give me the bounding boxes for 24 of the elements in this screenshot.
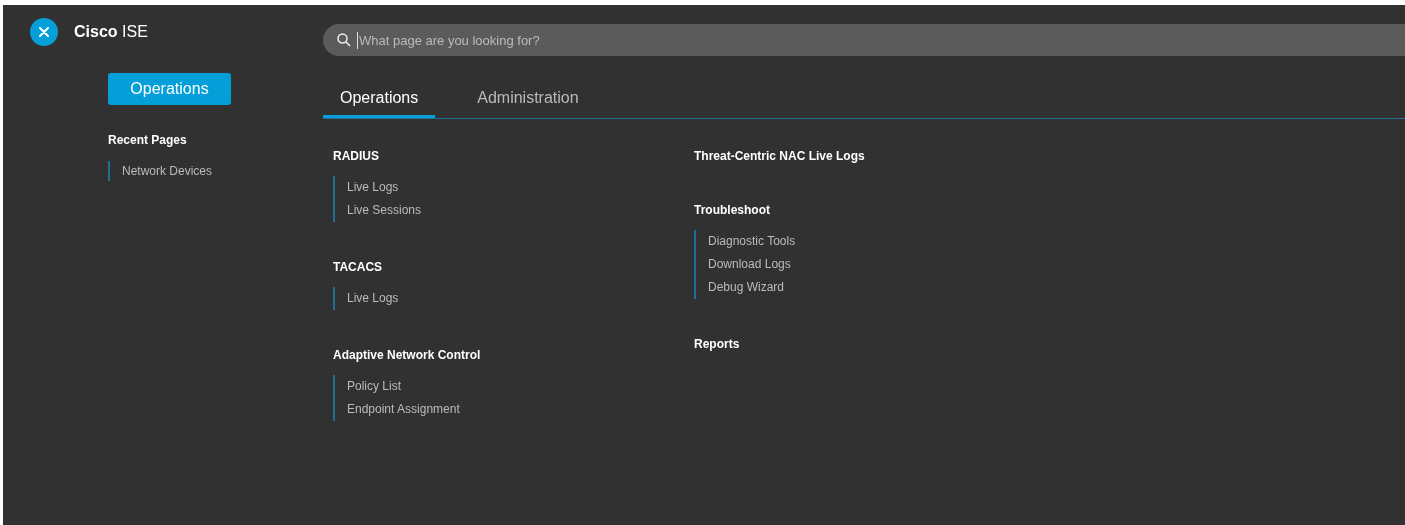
section-heading[interactable]: Threat-Centric NAC Live Logs <box>694 147 1405 165</box>
section-heading[interactable]: RADIUS <box>333 147 694 165</box>
recent-page-link[interactable]: Network Devices <box>122 161 323 181</box>
menu-link[interactable]: Download Logs <box>708 253 1405 276</box>
section-heading[interactable]: Adaptive Network Control <box>333 346 694 364</box>
recent-pages-heading: Recent Pages <box>108 133 188 147</box>
menu-link[interactable]: Policy List <box>347 375 694 398</box>
menu-link[interactable]: Live Logs <box>347 176 694 199</box>
close-button[interactable] <box>30 18 58 46</box>
app-title: Cisco ISE <box>74 23 148 41</box>
search-field[interactable]: What page are you looking for? <box>357 31 1405 49</box>
menu-link[interactable]: Endpoint Assignment <box>347 398 694 421</box>
section-heading[interactable]: TACACS <box>333 258 694 276</box>
menu-link[interactable]: Live Sessions <box>347 199 694 222</box>
section-heading[interactable]: Troubleshoot <box>694 201 1405 219</box>
menu-link[interactable]: Live Logs <box>347 287 694 310</box>
menu-link[interactable]: Diagnostic Tools <box>708 230 1405 253</box>
menu-link[interactable]: Debug Wizard <box>708 276 1405 299</box>
tab[interactable]: Operations <box>323 80 436 118</box>
search-icon <box>337 33 351 47</box>
search-field[interactable]: What page are you looking for? <box>323 24 1405 56</box>
section-heading[interactable]: Reports <box>694 335 1405 353</box>
close-icon <box>39 27 49 37</box>
tab[interactable]: Administration <box>463 80 593 118</box>
